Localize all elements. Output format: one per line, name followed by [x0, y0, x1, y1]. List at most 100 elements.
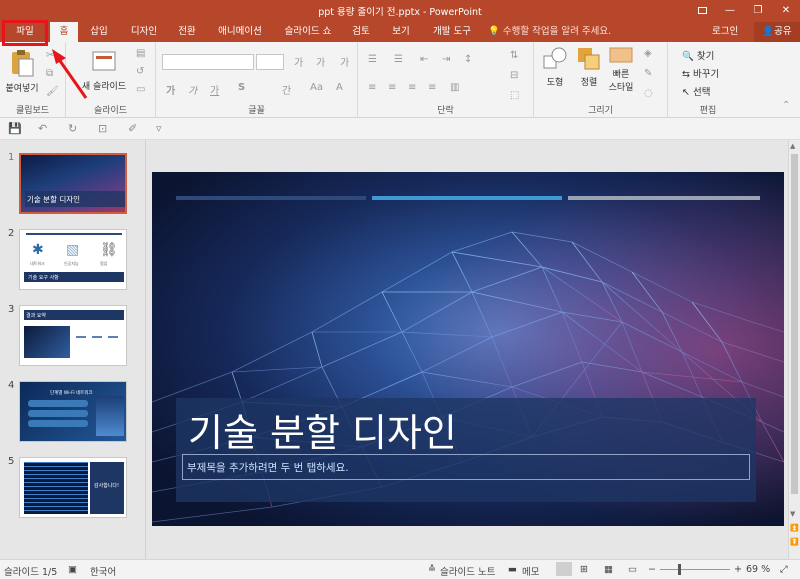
slide-thumbnail-3[interactable]: 결과 요약	[19, 305, 127, 366]
slide-thumbnail-5[interactable]: 감사합니다!	[19, 457, 127, 518]
tab-review[interactable]: 검토	[346, 22, 376, 42]
slide-title[interactable]: 기술 분할 디자인	[188, 402, 457, 457]
tab-insert[interactable]: 삽입	[84, 22, 114, 42]
zoom-slider-track[interactable]	[660, 569, 730, 570]
reading-view-icon[interactable]: ▦	[604, 564, 613, 575]
scrollbar-thumb[interactable]	[791, 154, 798, 494]
bullets-icon[interactable]: ☰	[368, 54, 377, 65]
slideshow-view-icon[interactable]: ▭	[628, 564, 637, 575]
clipboard-group: 붙여넣기 ✂ ⧉ 🖌 클립보드	[0, 42, 66, 118]
slide-sorter-icon[interactable]: ⊞	[580, 564, 588, 575]
status-bar: 슬라이드 1/5 ▣ 한국어 ≙ 슬라이드 노트 ▬ 메모 ⊞ ▦ ▭ − + …	[0, 559, 800, 579]
slide-thumbnail-1[interactable]: 기술 분할 디자인	[19, 153, 127, 214]
new-slide-button[interactable]: 새 슬라이드	[78, 48, 130, 92]
save-icon[interactable]: 💾	[8, 122, 22, 135]
tab-transitions[interactable]: 전환	[172, 22, 202, 42]
bold-button[interactable]: 가	[166, 82, 175, 97]
format-painter-icon[interactable]: 🖌	[46, 86, 59, 97]
slide-editing-area[interactable]: 기술 분할 디자인 부제목을 추가하려면 두 번 탭하세요.	[147, 140, 788, 559]
tell-me-box[interactable]: 💡 수행할 작업을 알려 주세요.	[488, 22, 611, 42]
cut-icon[interactable]: ✂	[46, 50, 54, 61]
numbering-icon[interactable]: ☰	[394, 54, 403, 65]
shape-outline-icon[interactable]: ✎	[644, 68, 652, 79]
font-name-field[interactable]	[162, 54, 254, 70]
undo-icon[interactable]: ↶	[38, 122, 47, 135]
collapse-ribbon-icon[interactable]: ⌃	[782, 100, 790, 111]
next-slide-icon[interactable]: ⏬	[790, 538, 799, 546]
decrease-size-button[interactable]: 가	[316, 54, 325, 69]
line-spacing-icon[interactable]: ↕	[464, 54, 472, 65]
share-button[interactable]: 👤공유	[754, 22, 800, 42]
copy-icon[interactable]: ⧉	[46, 68, 53, 79]
text-direction-icon[interactable]: ⇅	[510, 50, 518, 61]
zoom-out-button[interactable]: −	[648, 564, 656, 575]
maximize-button[interactable]: ❐	[744, 0, 772, 20]
spellcheck-icon[interactable]: ▣	[68, 564, 77, 575]
login-link[interactable]: 로그인	[712, 22, 738, 42]
paste-button[interactable]: 붙여넣기	[4, 48, 40, 94]
ribbon-display-options-icon[interactable]	[688, 0, 716, 20]
vertical-scrollbar[interactable]: ▲ ▼ ⏫ ⏬	[788, 140, 800, 559]
subtitle-placeholder[interactable]: 부제목을 추가하려면 두 번 탭하세요.	[182, 454, 750, 480]
underline-button[interactable]: 가	[210, 82, 219, 97]
align-right-icon[interactable]: ≡	[408, 82, 416, 93]
align-text-icon[interactable]: ⊟	[510, 70, 518, 81]
increase-size-button[interactable]: 가	[294, 54, 303, 69]
tab-developer[interactable]: 개발 도구	[426, 22, 478, 42]
scroll-up-icon[interactable]: ▲	[790, 142, 795, 150]
arrange-button[interactable]: 정렬	[574, 46, 604, 88]
section-icon[interactable]: ▭	[136, 84, 145, 95]
zoom-slider-handle[interactable]	[678, 564, 681, 575]
previous-slide-icon[interactable]: ⏫	[790, 524, 799, 532]
shape-fill-icon[interactable]: ◈	[644, 48, 652, 59]
start-slideshow-icon[interactable]: ⊡	[98, 122, 107, 135]
spacing-button[interactable]: 간	[282, 82, 291, 97]
font-color-button[interactable]: A	[336, 82, 343, 93]
customize-qat-icon[interactable]: ▿	[156, 122, 162, 135]
touch-mode-icon[interactable]: ✐	[128, 122, 137, 135]
indent-increase-icon[interactable]: ⇥	[442, 54, 450, 65]
clear-format-button[interactable]: 가	[340, 54, 349, 69]
align-center-icon[interactable]: ≡	[388, 82, 396, 93]
close-button[interactable]: ✕	[772, 0, 800, 20]
redo-icon[interactable]: ↻	[68, 122, 77, 135]
quick-styles-button[interactable]: 빠른 스타일	[606, 46, 636, 93]
title-placeholder[interactable]: 기술 분할 디자인 부제목을 추가하려면 두 번 탭하세요.	[176, 398, 756, 502]
columns-icon[interactable]: ▥	[450, 82, 459, 93]
align-left-icon[interactable]: ≡	[368, 82, 376, 93]
font-size-field[interactable]	[256, 54, 284, 70]
zoom-level[interactable]: 69 %	[746, 564, 770, 575]
slide-thumbnail-2[interactable]: ✱ ▧ ⛓ 네트워크 인공지능 협업 기술 요구 사항	[19, 229, 127, 290]
layout-icon[interactable]: ▤	[136, 48, 145, 59]
slide-accent-bar-2	[372, 196, 562, 200]
shapes-button[interactable]: 도형	[538, 46, 572, 88]
slide-thumbnail-4[interactable]: 단계별 Wi-Fi 네트워크	[19, 381, 127, 442]
zoom-in-button[interactable]: +	[734, 564, 742, 575]
case-button[interactable]: Aa	[310, 82, 323, 93]
comments-icon[interactable]: ▬	[508, 564, 517, 575]
fit-to-window-icon[interactable]: ⤢	[780, 564, 788, 575]
tab-design[interactable]: 디자인	[124, 22, 164, 42]
tab-home[interactable]: 홈	[50, 22, 78, 42]
reset-icon[interactable]: ↺	[136, 66, 144, 77]
notes-icon[interactable]: ≙	[428, 564, 436, 575]
language-indicator[interactable]: 한국어	[90, 564, 116, 578]
italic-button[interactable]: 가	[188, 82, 197, 97]
justify-icon[interactable]: ≡	[428, 82, 436, 93]
find-button[interactable]: 🔍 찾기	[682, 48, 714, 62]
notes-button[interactable]: 슬라이드 노트	[440, 564, 495, 578]
scroll-down-icon[interactable]: ▼	[790, 510, 795, 518]
shape-effects-icon[interactable]: ◌	[644, 88, 653, 99]
smartart-icon[interactable]: ⬚	[510, 90, 519, 101]
indent-decrease-icon[interactable]: ⇤	[420, 54, 428, 65]
slide-canvas[interactable]: 기술 분할 디자인 부제목을 추가하려면 두 번 탭하세요.	[152, 172, 784, 526]
comments-button[interactable]: 메모	[522, 564, 539, 578]
select-button[interactable]: ↖ 선택	[682, 84, 710, 98]
replace-button[interactable]: ⇆ 바꾸기	[682, 66, 719, 80]
normal-view-icon[interactable]	[556, 562, 572, 576]
minimize-button[interactable]: —	[716, 0, 744, 20]
tab-slideshow[interactable]: 슬라이드 쇼	[278, 22, 338, 42]
tab-animations[interactable]: 애니메이션	[212, 22, 268, 42]
tab-view[interactable]: 보기	[386, 22, 416, 42]
shadow-button[interactable]: S	[238, 82, 245, 93]
